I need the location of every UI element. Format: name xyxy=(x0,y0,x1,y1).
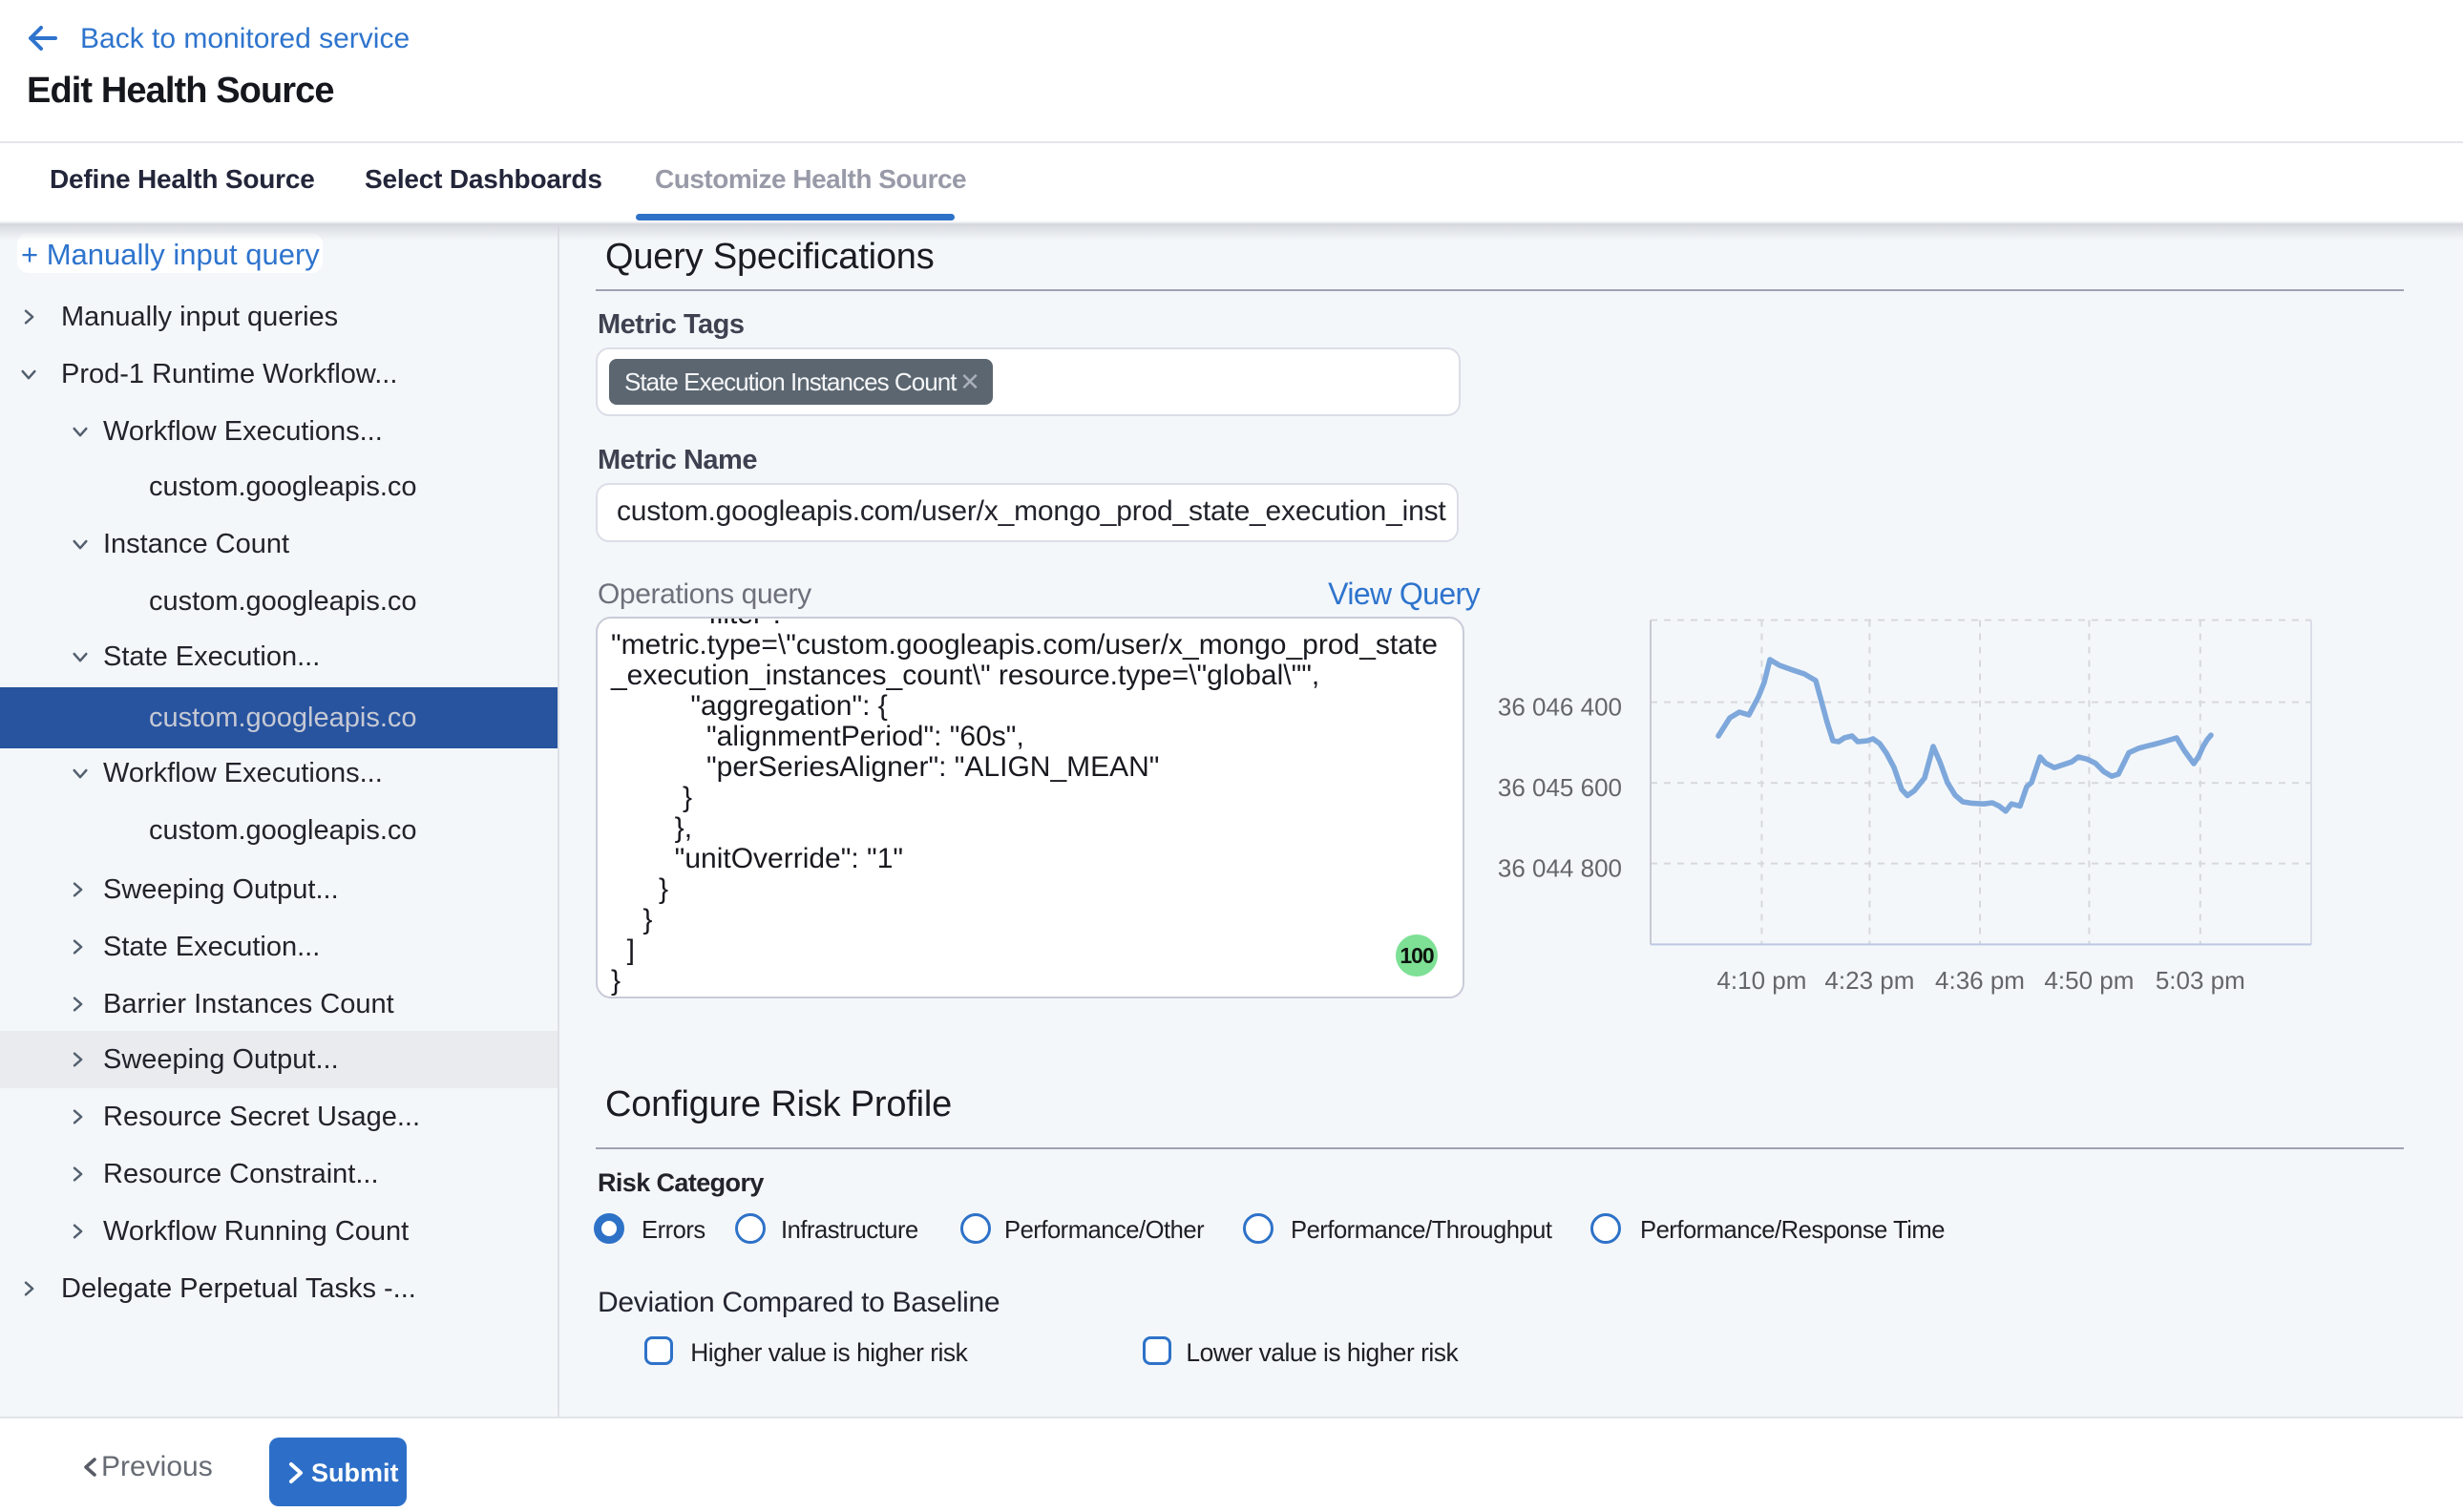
svg-text:4:10 pm: 4:10 pm xyxy=(1716,966,1806,995)
svg-text:36 044 800: 36 044 800 xyxy=(1498,854,1622,883)
svg-text:4:23 pm: 4:23 pm xyxy=(1824,966,1914,995)
svg-text:5:03 pm: 5:03 pm xyxy=(2156,966,2245,995)
svg-text:36 045 600: 36 045 600 xyxy=(1498,773,1622,802)
svg-text:36 046 400: 36 046 400 xyxy=(1498,693,1622,722)
svg-text:4:50 pm: 4:50 pm xyxy=(2044,966,2134,995)
svg-text:4:36 pm: 4:36 pm xyxy=(1935,966,2025,995)
